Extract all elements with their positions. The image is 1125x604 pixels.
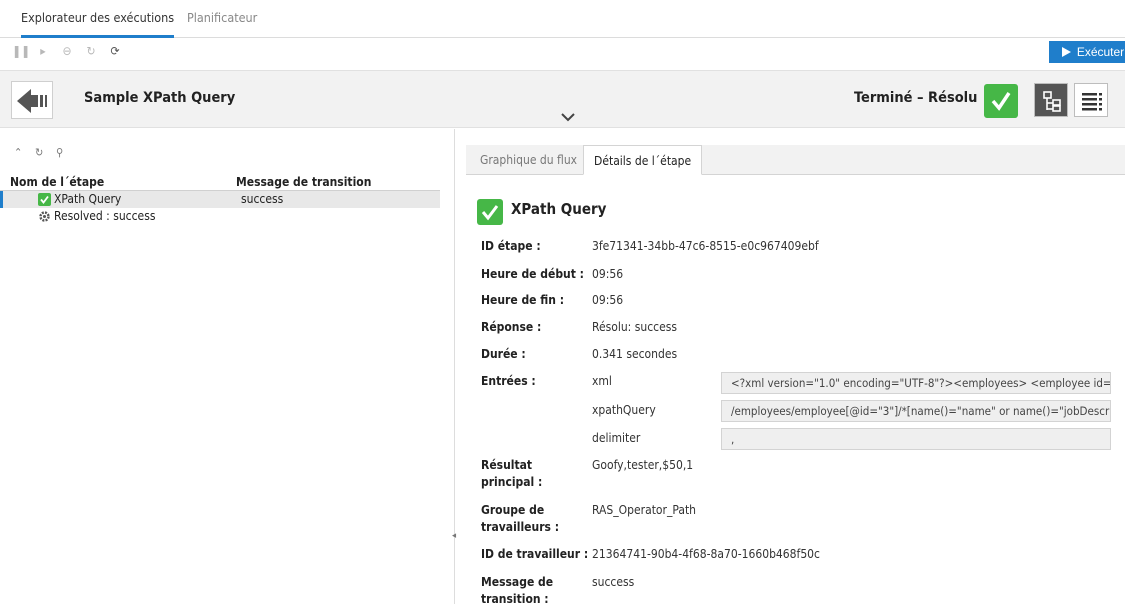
run-status: Terminé – Résolu bbox=[854, 90, 978, 106]
success-check-icon bbox=[38, 193, 51, 206]
refresh-icon[interactable]: ⟳ bbox=[108, 44, 122, 58]
label-transition-message: Message de transition : bbox=[481, 574, 553, 604]
value-transition-message: success bbox=[592, 575, 635, 589]
top-tab-bar: Explorateur des exécutions Planificateur bbox=[0, 0, 1125, 38]
detail-tab-bar: Graphique du flux Détails de l´étape bbox=[466, 145, 1125, 175]
status-check-icon bbox=[984, 84, 1018, 118]
table-row[interactable]: Resolved : success bbox=[0, 208, 440, 225]
run-toolbar: ❚❚ ▸ ⊖ ↻ ⟳ Exécuter bbox=[0, 39, 1125, 69]
value-worker-group: RAS_Operator_Path bbox=[592, 503, 697, 517]
sync-icon[interactable]: ↻ bbox=[35, 146, 48, 159]
step-name: XPath Query bbox=[54, 192, 122, 206]
table-row[interactable]: XPath Query success bbox=[0, 191, 440, 208]
gear-icon bbox=[38, 210, 51, 223]
pane-collapse-handle[interactable]: ◂ bbox=[452, 531, 457, 553]
tree-view-button[interactable] bbox=[1034, 83, 1068, 117]
label-line: principal : bbox=[481, 475, 543, 489]
label-line: Groupe de bbox=[481, 503, 545, 517]
tab-scheduler[interactable]: Planificateur bbox=[187, 10, 257, 38]
label-response: Réponse : bbox=[481, 320, 542, 334]
label-worker-group: Groupe de travailleurs : bbox=[481, 502, 559, 536]
value-main-result: Goofy,tester,$50,1 bbox=[592, 458, 694, 472]
chevron-down-icon[interactable] bbox=[560, 109, 576, 125]
label-end-time: Heure de fin : bbox=[481, 293, 565, 307]
input-value-delimiter[interactable]: , bbox=[721, 428, 1111, 450]
label-line: transition : bbox=[481, 592, 549, 604]
value-start-time: 09:56 bbox=[592, 267, 624, 281]
input-name: delimiter bbox=[592, 431, 641, 445]
run-button[interactable]: Exécuter bbox=[1049, 41, 1125, 63]
back-arrow-icon bbox=[17, 89, 47, 113]
label-duration: Durée : bbox=[481, 347, 526, 361]
step-message: success bbox=[241, 192, 284, 206]
play-icon bbox=[1061, 47, 1071, 57]
column-step-name[interactable]: Nom de l´étape bbox=[10, 175, 104, 189]
tab-step-details[interactable]: Détails de l´étape bbox=[583, 145, 703, 175]
step-tree-pane: ⌃ ↻ ⚲ Nom de l´étape Message de transiti… bbox=[0, 129, 457, 604]
back-button[interactable] bbox=[11, 81, 53, 119]
resume-icon[interactable]: ▸ bbox=[36, 44, 50, 58]
input-name: xpathQuery bbox=[592, 403, 656, 417]
list-view-button[interactable] bbox=[1074, 83, 1108, 117]
column-transition-message[interactable]: Message de transition bbox=[236, 175, 371, 189]
value-duration: 0.341 secondes bbox=[592, 347, 678, 361]
label-start-time: Heure de début : bbox=[481, 267, 584, 281]
step-success-icon bbox=[477, 199, 503, 225]
step-table-header: Nom de l´étape Message de transition bbox=[0, 174, 440, 191]
step-table: Nom de l´étape Message de transition XPa… bbox=[0, 174, 440, 225]
value-end-time: 09:56 bbox=[592, 293, 624, 307]
reassign-icon[interactable]: ↻ bbox=[84, 44, 98, 58]
value-step-id: 3fe71341-34bb-47c6-8515-e0c967409ebf bbox=[592, 239, 819, 253]
cancel-icon[interactable]: ⊖ bbox=[60, 44, 74, 58]
label-step-id: ID étape : bbox=[481, 239, 541, 253]
label-line: travailleurs : bbox=[481, 520, 560, 534]
flow-header: Sample XPath Query Terminé – Résolu bbox=[0, 70, 1125, 128]
value-response: Résolu: success bbox=[592, 320, 677, 334]
label-line: Résultat bbox=[481, 458, 533, 472]
label-worker-id: ID de travailleur : bbox=[481, 547, 589, 561]
search-icon[interactable]: ⚲ bbox=[56, 146, 69, 159]
input-value-xpath-query[interactable]: /employees/employee[@id="3"]/*[name()="n… bbox=[721, 400, 1111, 422]
tab-flow-graph[interactable]: Graphique du flux bbox=[470, 145, 587, 175]
input-name: xml bbox=[592, 374, 612, 388]
list-icon bbox=[1082, 93, 1102, 111]
step-name: Resolved : success bbox=[54, 209, 156, 223]
label-main-result: Résultat principal : bbox=[481, 457, 542, 491]
value-worker-id: 21364741-90b4-4f68-8a70-1660b468f50c bbox=[592, 547, 820, 561]
label-line: Message de bbox=[481, 575, 554, 589]
label-inputs: Entrées : bbox=[481, 374, 536, 388]
collapse-all-icon[interactable]: ⌃ bbox=[14, 146, 27, 159]
flow-title: Sample XPath Query bbox=[84, 90, 236, 106]
tab-run-explorer[interactable]: Explorateur des exécutions bbox=[21, 10, 175, 38]
step-title: XPath Query bbox=[511, 200, 607, 218]
run-button-label: Exécuter bbox=[1076, 45, 1125, 59]
tree-icon bbox=[1043, 91, 1061, 112]
input-value-xml[interactable]: <?xml version="1.0" encoding="UTF-8"?><e… bbox=[721, 372, 1111, 394]
pause-icon[interactable]: ❚❚ bbox=[12, 44, 30, 58]
